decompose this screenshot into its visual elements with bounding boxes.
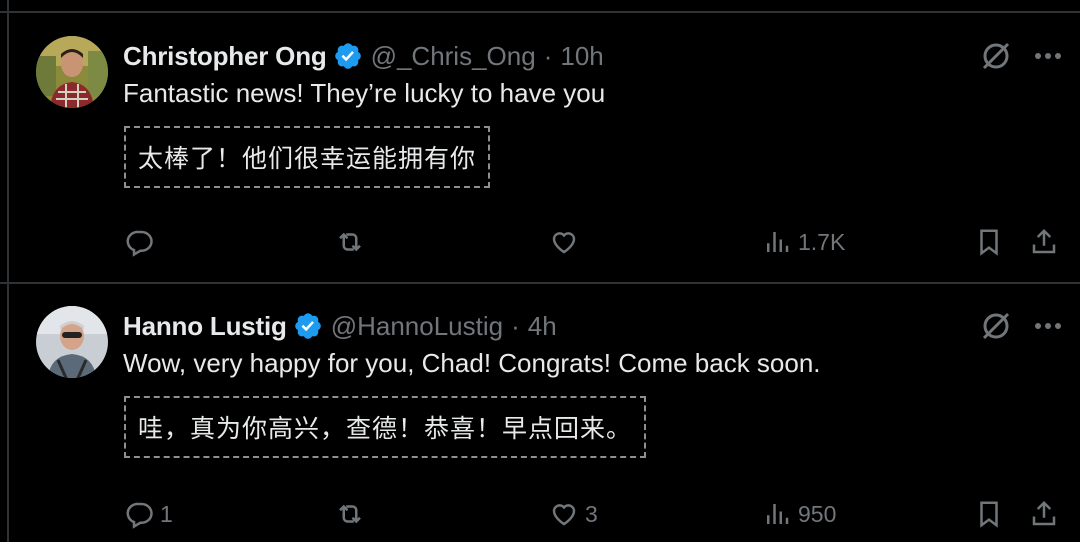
like-button[interactable]: 3 xyxy=(549,494,598,534)
views-chart-icon xyxy=(767,232,789,252)
bookmark-button[interactable] xyxy=(974,494,1004,534)
grok-button[interactable] xyxy=(976,36,1016,76)
grok-button[interactable] xyxy=(976,306,1016,346)
tweet-text: Fantastic news! They’re lucky to have yo… xyxy=(123,78,606,108)
avatar[interactable] xyxy=(36,36,108,108)
reply-button[interactable] xyxy=(124,222,160,262)
translation-box: 哇，真为你高兴，查德！恭喜！早点回来。 xyxy=(124,396,647,458)
views-chart-icon xyxy=(767,504,789,524)
tweet[interactable]: Christopher Ong @_Chris_Ong · 10h Fantas… xyxy=(0,14,1080,282)
separator-dot: · xyxy=(511,310,520,341)
tweet-header: Hanno Lustig @HannoLustig · 4h xyxy=(123,308,557,344)
translation-text: 太棒了！他们很幸运能拥有你 xyxy=(138,144,477,173)
display-name[interactable]: Christopher Ong xyxy=(123,41,327,72)
translation-text: 哇，真为你高兴，查德！恭喜！早点回来。 xyxy=(138,414,633,443)
view-count: 950 xyxy=(798,500,837,527)
heart-icon xyxy=(552,504,576,526)
top-divider xyxy=(0,0,1080,13)
bookmark-button[interactable] xyxy=(974,222,1004,262)
action-bar: 1.7K xyxy=(0,222,1080,262)
repost-button[interactable] xyxy=(335,494,371,534)
like-count: 3 xyxy=(585,500,598,527)
reply-icon xyxy=(126,502,153,529)
reply-count: 1 xyxy=(160,500,173,527)
timestamp[interactable]: 4h xyxy=(528,311,557,342)
like-button[interactable] xyxy=(549,222,585,262)
action-bar: 1 3 950 xyxy=(0,494,1080,534)
more-dots-icon xyxy=(1035,53,1061,59)
verified-badge-icon xyxy=(294,313,321,339)
handle[interactable]: @HannoLustig xyxy=(331,311,503,342)
verified-badge-icon xyxy=(334,43,361,69)
avatar[interactable] xyxy=(36,306,108,378)
grok-icon xyxy=(982,42,1010,70)
share-button[interactable] xyxy=(1029,494,1059,534)
repost-icon xyxy=(339,504,361,524)
tweet-text: Wow, very happy for you, Chad! Congrats!… xyxy=(123,348,821,378)
person-photo-icon xyxy=(36,306,108,378)
views-button[interactable]: 950 xyxy=(762,494,836,534)
view-count: 1.7K xyxy=(798,228,846,255)
handle[interactable]: @_Chris_Ong xyxy=(371,41,536,72)
share-icon xyxy=(1032,500,1056,526)
reply-button[interactable]: 1 xyxy=(124,494,173,534)
share-button[interactable] xyxy=(1029,222,1059,262)
more-options-button[interactable] xyxy=(1028,306,1068,346)
bookmark-icon xyxy=(980,229,998,256)
share-icon xyxy=(1032,228,1056,254)
grok-icon xyxy=(982,312,1010,340)
person-photo-icon xyxy=(36,36,108,108)
more-dots-icon xyxy=(1035,323,1061,329)
bookmark-icon xyxy=(980,501,998,528)
repost-button[interactable] xyxy=(335,222,371,262)
translation-box: 太棒了！他们很幸运能拥有你 xyxy=(124,126,491,188)
reply-icon xyxy=(126,230,153,257)
tweet-header: Christopher Ong @_Chris_Ong · 10h xyxy=(123,38,604,74)
separator-dot: · xyxy=(543,40,553,71)
timestamp[interactable]: 10h xyxy=(560,41,603,72)
views-button[interactable]: 1.7K xyxy=(762,222,845,262)
display-name[interactable]: Hanno Lustig xyxy=(123,311,287,342)
tweet[interactable]: Hanno Lustig @HannoLustig · 4h Wow, very… xyxy=(0,284,1080,542)
more-options-button[interactable] xyxy=(1028,36,1068,76)
repost-icon xyxy=(339,232,361,252)
heart-icon xyxy=(552,232,576,254)
